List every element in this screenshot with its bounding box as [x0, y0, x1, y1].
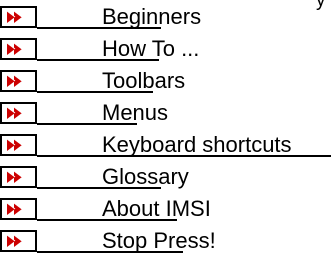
- fast-forward-icon[interactable]: [0, 102, 37, 124]
- fast-forward-icon[interactable]: [0, 6, 37, 28]
- fast-forward-icon[interactable]: [0, 198, 37, 220]
- fast-forward-icon[interactable]: [0, 70, 37, 92]
- fast-forward-icon[interactable]: [0, 230, 37, 252]
- link-keyboard-shortcuts[interactable]: Keyboard shortcuts: [102, 132, 292, 158]
- fast-forward-icon[interactable]: [0, 166, 37, 188]
- top-edge-text: y: [316, 0, 326, 11]
- fast-forward-icon[interactable]: [0, 38, 37, 60]
- link-glossary[interactable]: Glossary: [102, 164, 189, 190]
- link-how-to[interactable]: How To ...: [102, 36, 199, 62]
- fast-forward-icon[interactable]: [0, 134, 37, 156]
- link-stop-press[interactable]: Stop Press!: [102, 228, 216, 254]
- link-about-imsi[interactable]: About IMSI: [102, 196, 211, 222]
- link-menus[interactable]: Menus: [102, 100, 168, 126]
- help-contents-page: y Beginners How To ... Toolbars Menus Ke…: [0, 0, 335, 258]
- link-beginners[interactable]: Beginners: [102, 4, 201, 30]
- link-toolbars[interactable]: Toolbars: [102, 68, 185, 94]
